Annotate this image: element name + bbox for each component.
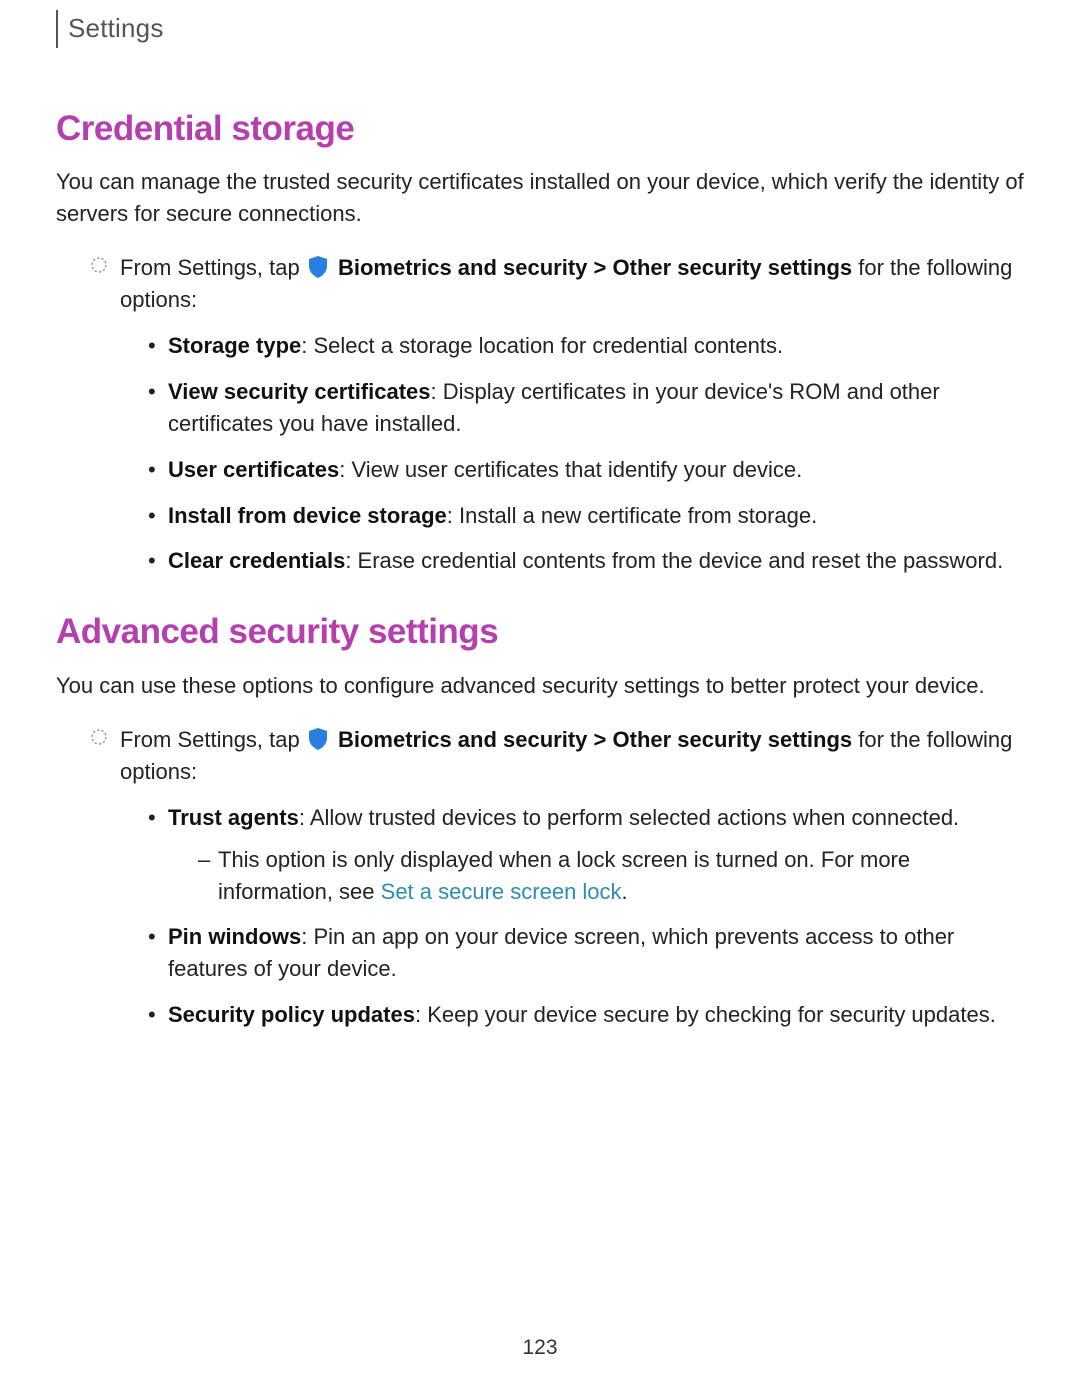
section-intro: You can manage the trusted security cert… <box>56 166 1026 230</box>
option-desc: : Install a new certificate from storage… <box>447 503 818 528</box>
biometrics-security-icon <box>307 727 329 751</box>
sub-text-suffix: . <box>622 879 628 904</box>
option-label: Clear credentials <box>168 548 345 573</box>
option-label: Trust agents <box>168 805 299 830</box>
option-label: Storage type <box>168 333 301 358</box>
screen-lock-link[interactable]: Set a secure screen lock <box>381 879 622 904</box>
option-label: User certificates <box>168 457 339 482</box>
section-title-advanced-security: Advanced security settings <box>56 607 1026 658</box>
option-desc: : View user certificates that identify y… <box>339 457 802 482</box>
sub-list: This option is only displayed when a loc… <box>168 844 1026 908</box>
nav-path-1: Biometrics and security <box>338 727 587 752</box>
list-item: Clear credentials: Erase credential cont… <box>144 545 1026 577</box>
nav-path-2: Other security settings <box>613 727 853 752</box>
options-list-credential-storage: Storage type: Select a storage location … <box>56 330 1026 577</box>
section-title-credential-storage: Credential storage <box>56 104 1026 155</box>
options-list-advanced-security: Trust agents: Allow trusted devices to p… <box>56 802 1026 1031</box>
biometrics-security-icon <box>307 255 329 279</box>
step-marker-icon <box>90 256 120 320</box>
option-label: Pin windows <box>168 924 301 949</box>
sub-list-item: This option is only displayed when a loc… <box>198 844 1026 908</box>
list-item: Security policy updates: Keep your devic… <box>144 999 1026 1031</box>
option-label: Security policy updates <box>168 1002 415 1027</box>
list-item: Storage type: Select a storage location … <box>144 330 1026 362</box>
section-intro: You can use these options to configure a… <box>56 670 1026 702</box>
page-number: 123 <box>0 1333 1080 1363</box>
step-text: From Settings, tap Biometrics and securi… <box>120 252 1026 316</box>
option-desc: : Keep your device secure by checking fo… <box>415 1002 996 1027</box>
option-desc: : Erase credential contents from the dev… <box>345 548 1003 573</box>
list-item: View security certificates: Display cert… <box>144 376 1026 440</box>
option-label: View security certificates <box>168 379 431 404</box>
list-item: Pin windows: Pin an app on your device s… <box>144 921 1026 985</box>
instruction-step: From Settings, tap Biometrics and securi… <box>56 252 1026 316</box>
breadcrumb: Settings <box>68 13 164 43</box>
list-item: Trust agents: Allow trusted devices to p… <box>144 802 1026 908</box>
page-header: Settings <box>56 10 1026 48</box>
step-text: From Settings, tap Biometrics and securi… <box>120 724 1026 788</box>
step-prefix: From Settings, tap <box>120 727 306 752</box>
step-prefix: From Settings, tap <box>120 255 306 280</box>
list-item: Install from device storage: Install a n… <box>144 500 1026 532</box>
step-marker-icon <box>90 728 120 792</box>
instruction-step: From Settings, tap Biometrics and securi… <box>56 724 1026 788</box>
nav-path-sep: > <box>587 255 612 280</box>
option-label: Install from device storage <box>168 503 447 528</box>
option-desc: : Select a storage location for credenti… <box>301 333 783 358</box>
nav-path-1: Biometrics and security <box>338 255 587 280</box>
option-desc: : Allow trusted devices to perform selec… <box>299 805 959 830</box>
list-item: User certificates: View user certificate… <box>144 454 1026 486</box>
nav-path-sep: > <box>587 727 612 752</box>
nav-path-2: Other security settings <box>613 255 853 280</box>
